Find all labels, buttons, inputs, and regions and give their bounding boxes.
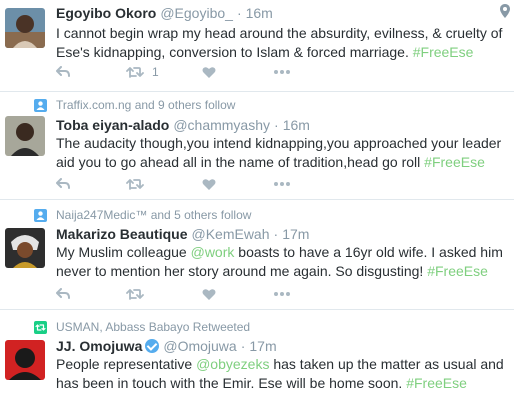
retweet-count: 1 [152,65,159,79]
separator-dot: · [273,226,279,242]
retweet-icon [126,67,144,78]
author-handle[interactable]: @KemEwah [191,225,269,243]
like-button[interactable] [202,66,274,79]
author-name[interactable]: Makarizo Beautique [56,225,187,243]
retweet-icon [34,321,47,334]
more-dots-icon [274,292,290,296]
tweet-1[interactable]: Egoyibo Okoro @Egoyibo_ · 16m I cannot b… [0,0,514,92]
mention-link[interactable]: @work [191,244,235,260]
author-name[interactable]: Egoyibo Okoro [56,4,156,22]
avatar[interactable] [5,228,45,268]
separator-dot: · [240,338,246,354]
tweet-actions [56,286,290,302]
timestamp[interactable]: 16m [283,116,310,134]
social-context[interactable]: USMAN, Abbass Babayo Retweeted [56,319,250,335]
avatar[interactable] [5,8,45,48]
retweet-button[interactable] [126,178,202,190]
retweet-icon [126,179,144,190]
more-options-button[interactable] [274,70,290,74]
verified-badge-icon [145,339,160,353]
tweet-text: The audacity though,you intend kidnappin… [56,135,502,170]
heart-icon [202,288,216,300]
timestamp[interactable]: 17m [282,225,309,243]
like-button[interactable] [202,178,274,191]
reply-icon [56,178,70,189]
tweet-header: Egoyibo Okoro @Egoyibo_ · 16m [56,4,273,22]
more-options-button[interactable] [274,182,290,186]
author-name[interactable]: Toba eiyan-alado [56,116,169,134]
retweet-button[interactable] [126,288,202,300]
person-icon [34,209,47,222]
reply-button[interactable] [56,288,126,300]
tweet-actions [56,176,290,192]
tweet-2[interactable]: Traffix.com.ng and 9 others follow Toba … [0,92,514,200]
tweet-3[interactable]: Naija247Medic™ and 5 others follow Makar… [0,200,514,310]
location-pin-icon [500,4,510,18]
tweet-header: Toba eiyan-alado @chammyashy · 16m [56,116,310,134]
like-button[interactable] [202,288,274,301]
author-handle[interactable]: @Egoyibo_ [160,4,233,22]
reply-button[interactable] [56,178,126,190]
avatar[interactable] [5,116,45,156]
social-context[interactable]: Naija247Medic™ and 5 others follow [56,207,251,223]
more-dots-icon [274,70,290,74]
retweet-icon [126,289,144,300]
hashtag-link[interactable]: #FreeEse [406,375,467,391]
reply-icon [56,66,70,77]
hashtag-link[interactable]: #FreeEse [424,154,485,170]
reply-icon [56,288,70,299]
reply-button[interactable] [56,66,126,78]
author-handle[interactable]: @chammyashy [173,116,270,134]
heart-icon [202,66,216,78]
tweet-text: I cannot begin wrap my head around the a… [56,25,503,60]
separator-dot: · [236,5,242,21]
social-context[interactable]: Traffix.com.ng and 9 others follow [56,97,235,113]
person-icon [34,99,47,112]
retweet-button[interactable]: 1 [126,65,202,79]
avatar[interactable] [5,340,45,380]
hashtag-link[interactable]: #FreeEse [427,263,488,279]
more-options-button[interactable] [274,292,290,296]
hashtag-link[interactable]: #FreeEse [413,44,474,60]
timestamp[interactable]: 16m [246,4,273,22]
tweet-header: Makarizo Beautique @KemEwah · 17m [56,225,309,243]
heart-icon [202,178,216,190]
tweet-header: JJ. Omojuwa @Omojuwa · 17m [56,337,277,355]
separator-dot: · [274,117,279,133]
author-handle[interactable]: @Omojuwa [163,337,236,355]
tweet-text: People representative @obyezeks has take… [56,356,504,391]
mention-link[interactable]: @obyezeks [196,356,269,372]
author-name[interactable]: JJ. Omojuwa [56,337,142,355]
tweet-4[interactable]: USMAN, Abbass Babayo Retweeted JJ. Omoju… [0,310,514,402]
tweet-actions: 1 [56,64,290,80]
more-dots-icon [274,182,290,186]
tweet-text: My Muslim colleague @work boasts to have… [56,244,503,279]
timestamp[interactable]: 17m [249,337,276,355]
